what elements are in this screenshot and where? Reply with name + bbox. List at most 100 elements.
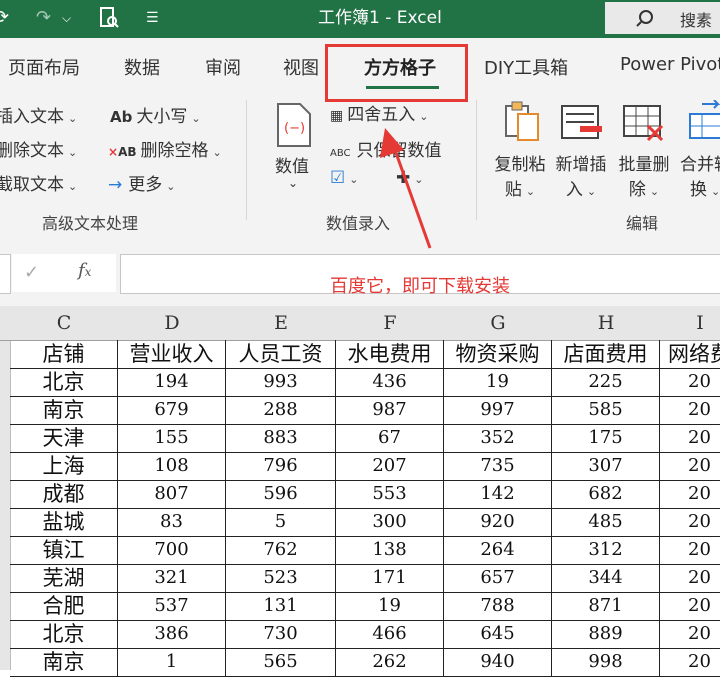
table-cell[interactable]: 485	[552, 508, 660, 537]
round-button[interactable]: ▦ 四舍五入 ⌄	[330, 100, 428, 125]
table-cell[interactable]: 207	[336, 452, 444, 481]
redo-dropdown-icon[interactable]: ⌵	[62, 6, 71, 30]
table-cell[interactable]: 南京	[10, 648, 118, 677]
keep-value-button[interactable]: ABC 只保留数值	[330, 136, 442, 161]
edit-value-button[interactable]: ☑ ⌄	[330, 168, 358, 188]
table-cell[interactable]: 993	[226, 368, 336, 397]
table-cell[interactable]: 20	[660, 396, 720, 425]
tab-data[interactable]: 数据	[124, 54, 160, 80]
table-cell[interactable]: 盐城	[10, 508, 118, 537]
merge-convert-button[interactable]: 合并转 换⌄	[680, 150, 720, 200]
copy-paste-button[interactable]: 复制粘 贴 ⌄	[492, 150, 548, 200]
column-header-f[interactable]: F	[336, 306, 445, 341]
table-cell[interactable]: 19	[444, 368, 552, 397]
value-document-icon[interactable]: (−)	[272, 102, 316, 148]
table-header-cell[interactable]: 网络费	[660, 340, 720, 369]
column-header-i[interactable]: I	[660, 306, 720, 341]
table-cell[interactable]: 北京	[10, 620, 118, 649]
table-cell[interactable]: 889	[552, 620, 660, 649]
table-cell[interactable]: 466	[336, 620, 444, 649]
table-header-cell[interactable]: 店面费用	[552, 340, 660, 369]
tab-diy-toolbox[interactable]: DIY工具箱	[484, 54, 568, 80]
table-cell[interactable]: 142	[444, 480, 552, 509]
table-cell[interactable]: 芜湖	[10, 564, 118, 593]
table-cell[interactable]: 565	[226, 648, 336, 677]
table-cell[interactable]: 83	[118, 508, 226, 537]
table-cell[interactable]: 344	[552, 564, 660, 593]
column-header-d[interactable]: D	[118, 306, 227, 341]
insert-symbol-button[interactable]: ✚ ⌄	[396, 168, 423, 188]
table-cell[interactable]: 596	[226, 480, 336, 509]
search-box[interactable]: 搜素	[605, 2, 720, 34]
table-cell[interactable]: 225	[552, 368, 660, 397]
tab-view[interactable]: 视图	[283, 54, 319, 80]
table-cell[interactable]: 998	[552, 648, 660, 677]
table-cell[interactable]: 194	[118, 368, 226, 397]
table-cell[interactable]: 796	[226, 452, 336, 481]
table-cell[interactable]: 997	[444, 396, 552, 425]
table-cell[interactable]: 987	[336, 396, 444, 425]
table-cell[interactable]: 合肥	[10, 592, 118, 621]
redo-icon[interactable]: ↷	[36, 6, 51, 30]
table-cell[interactable]: 镇江	[10, 536, 118, 565]
table-cell[interactable]: 108	[118, 452, 226, 481]
table-cell[interactable]: 171	[336, 564, 444, 593]
table-header-cell[interactable]: 店铺	[10, 340, 118, 369]
remove-spaces-button[interactable]: ×AB 删除空格 ⌄	[108, 136, 222, 161]
tab-page-layout[interactable]: 页面布局	[8, 54, 80, 80]
column-header-g[interactable]: G	[444, 306, 553, 341]
table-cell[interactable]: 871	[552, 592, 660, 621]
table-cell[interactable]: 155	[118, 424, 226, 453]
case-button[interactable]: Ab 大小写 ⌄	[110, 102, 201, 127]
column-header-h[interactable]: H	[552, 306, 661, 341]
table-cell[interactable]: 321	[118, 564, 226, 593]
insert-rows-icon[interactable]	[558, 100, 604, 144]
table-cell[interactable]: 19	[336, 592, 444, 621]
table-cell[interactable]: 312	[552, 536, 660, 565]
table-cell[interactable]: 645	[444, 620, 552, 649]
table-cell[interactable]: 657	[444, 564, 552, 593]
table-cell[interactable]: 762	[226, 536, 336, 565]
table-cell[interactable]: 20	[660, 508, 720, 537]
table-cell[interactable]: 553	[336, 480, 444, 509]
table-cell[interactable]: 天津	[10, 424, 118, 453]
batch-delete-icon[interactable]	[620, 100, 666, 144]
table-cell[interactable]: 20	[660, 564, 720, 593]
table-cell[interactable]: 788	[444, 592, 552, 621]
table-header-cell[interactable]: 水电费用	[336, 340, 444, 369]
table-cell[interactable]: 20	[660, 536, 720, 565]
table-cell[interactable]: 264	[444, 536, 552, 565]
table-cell[interactable]: 679	[118, 396, 226, 425]
table-cell[interactable]: 730	[226, 620, 336, 649]
value-button-label[interactable]: 数值	[275, 152, 309, 177]
save-icon[interactable]: ⟳	[0, 6, 9, 30]
extract-text-button[interactable]: 截取文本 ⌄	[0, 170, 77, 195]
table-cell[interactable]: 537	[118, 592, 226, 621]
table-cell[interactable]: 682	[552, 480, 660, 509]
table-cell[interactable]: 262	[336, 648, 444, 677]
table-cell[interactable]: 上海	[10, 452, 118, 481]
table-cell[interactable]: 700	[118, 536, 226, 565]
table-cell[interactable]: 735	[444, 452, 552, 481]
table-cell[interactable]: 436	[336, 368, 444, 397]
table-header-cell[interactable]: 物资采购	[444, 340, 552, 369]
batch-delete-button[interactable]: 批量删 除 ⌄	[616, 150, 672, 200]
confirm-icon[interactable]: ✓	[24, 262, 39, 283]
table-cell[interactable]: 20	[660, 620, 720, 649]
table-cell[interactable]: 20	[660, 480, 720, 509]
table-cell[interactable]: 920	[444, 508, 552, 537]
table-cell[interactable]: 175	[552, 424, 660, 453]
table-cell[interactable]: 20	[660, 424, 720, 453]
table-cell[interactable]: 北京	[10, 368, 118, 397]
table-cell[interactable]: 585	[552, 396, 660, 425]
table-cell[interactable]: 883	[226, 424, 336, 453]
table-cell[interactable]: 成都	[10, 480, 118, 509]
table-cell[interactable]: 940	[444, 648, 552, 677]
table-cell[interactable]: 352	[444, 424, 552, 453]
table-cell[interactable]: 67	[336, 424, 444, 453]
merge-convert-icon[interactable]	[684, 100, 720, 144]
table-cell[interactable]: 288	[226, 396, 336, 425]
print-preview-icon[interactable]	[98, 6, 120, 37]
insert-text-button[interactable]: 插入文本 ⌄	[0, 102, 77, 127]
table-cell[interactable]: 1	[118, 648, 226, 677]
